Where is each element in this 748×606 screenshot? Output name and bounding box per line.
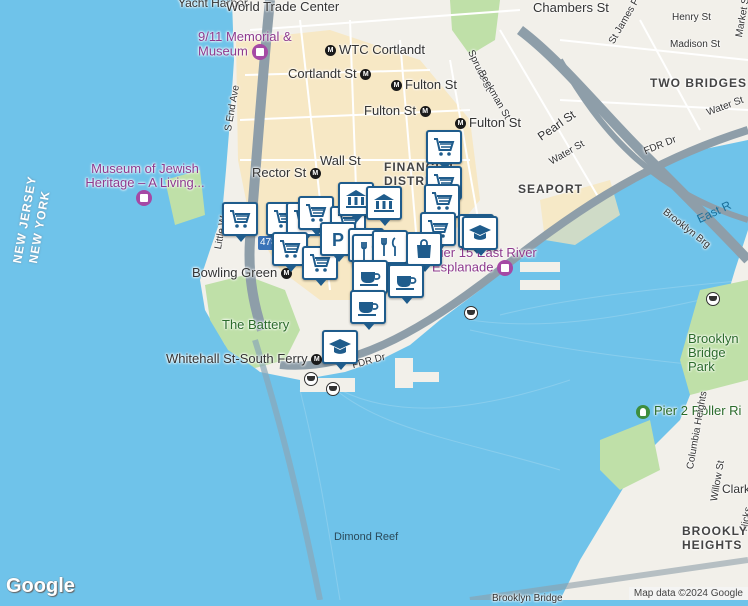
museum-icon — [135, 190, 152, 206]
the-battery-label[interactable]: The Battery — [222, 318, 289, 332]
shopping-pin[interactable] — [406, 232, 442, 272]
ferry-icon[interactable] — [464, 306, 478, 320]
brooklyn-bridge-park-label[interactable]: Brooklyn Bridge Park — [688, 332, 748, 374]
brooklyn-bridge-bottom-label: Brooklyn Bridge — [492, 593, 563, 604]
subway-icon: M — [419, 106, 431, 118]
rector-st-label: Rector St M — [252, 166, 324, 180]
svg-text:P: P — [332, 230, 344, 250]
fulton-st-1-label: M Fulton St — [391, 78, 457, 92]
pier15-label[interactable]: Pier 15 East River Esplanade — [432, 245, 542, 276]
two-bridges-label: TWO BRIDGES — [650, 76, 747, 90]
grocery-pin[interactable] — [222, 202, 258, 242]
wall-st-label: Wall St — [320, 153, 361, 168]
park-icon — [636, 404, 650, 419]
school-pin[interactable] — [462, 216, 498, 256]
bank-pin[interactable] — [366, 186, 402, 226]
shopping-cart-icon — [432, 136, 456, 158]
shopping-cart-icon — [228, 208, 252, 230]
fulton-st-2-label: Fulton St M — [364, 104, 434, 118]
shopping-cart-icon — [430, 190, 454, 212]
whitehall-label: Whitehall St-South Ferry M — [166, 352, 325, 366]
fork-knife-icon — [378, 236, 402, 258]
ferry-icon[interactable] — [706, 292, 720, 306]
restaurant-pin[interactable] — [372, 230, 408, 270]
coffee-cup-icon — [394, 270, 418, 292]
subway-icon: M — [325, 45, 336, 57]
madison-st-label: Madison St — [670, 39, 721, 50]
chambers-st-label: Chambers St — [533, 0, 609, 15]
ferry-icon[interactable] — [326, 382, 340, 396]
ferry-icon[interactable] — [304, 372, 318, 386]
fulton-st-3-label: M Fulton St — [455, 116, 521, 130]
shopping-cart-icon — [278, 238, 302, 260]
museum-icon — [251, 44, 268, 60]
dimond-reef-label: Dimond Reef — [334, 531, 399, 543]
graduation-cap-icon — [328, 336, 352, 358]
subway-icon: M — [311, 354, 323, 366]
bank-icon — [372, 192, 396, 214]
pier2-label[interactable]: Pier 2 Roller Ri — [636, 404, 741, 419]
coffee-cup-icon — [356, 296, 380, 318]
google-logo: Google — [6, 575, 75, 597]
clark-label: Clark — [722, 482, 748, 496]
seaport-label: SEAPORT — [518, 182, 584, 196]
cortlandt-st-label: Cortlandt St M — [288, 67, 374, 81]
grocery-pin[interactable] — [426, 130, 462, 170]
shopping-bag-icon — [412, 238, 436, 260]
cafe-pin[interactable] — [352, 260, 388, 300]
coffee-cup-icon — [358, 266, 382, 288]
world-trade-center-label: World Trade Center — [226, 0, 340, 14]
wtc-cortlandt-label: M WTC Cortlandt — [325, 43, 425, 57]
cafe-pin[interactable] — [350, 290, 386, 330]
museum-jewish-heritage-label[interactable]: Museum of Jewish Heritage – A Living... — [80, 162, 210, 206]
subway-icon: M — [360, 69, 372, 81]
subway-icon: M — [455, 118, 466, 130]
graduation-cap-icon — [468, 222, 492, 244]
subway-icon: M — [391, 80, 402, 92]
museum-icon — [497, 260, 514, 276]
bowling-green-label: Bowling Green M — [192, 266, 295, 280]
parking-icon: P — [326, 228, 350, 250]
memorial-label[interactable]: 9/11 Memorial & Museum — [198, 29, 308, 60]
subway-icon: M — [309, 168, 321, 180]
brooklyn-heights-label: BROOKLYN HEIGHTS — [682, 524, 748, 552]
school-pin[interactable] — [322, 330, 358, 370]
shopping-cart-icon — [304, 202, 328, 224]
henry-st-label: Henry St — [672, 12, 711, 23]
bank-icon — [344, 188, 368, 210]
map-attribution[interactable]: Map data ©2024 Google — [628, 587, 748, 600]
cafe-pin[interactable] — [388, 264, 424, 304]
